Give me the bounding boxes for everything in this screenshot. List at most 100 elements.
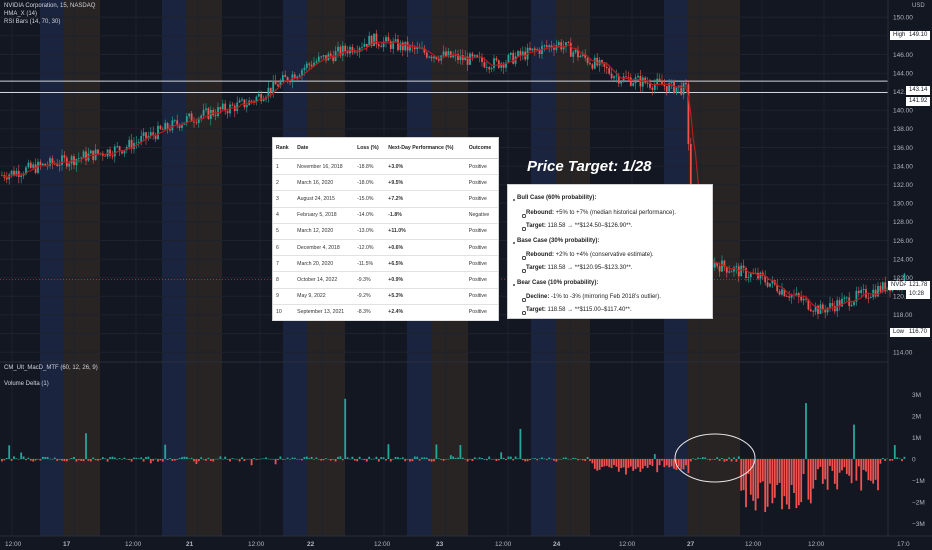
- volume-bar: [375, 456, 378, 459]
- volume-bar: [409, 459, 411, 462]
- candle-body: [137, 141, 140, 143]
- bullet-icon: [513, 284, 515, 286]
- volume-bar: [548, 457, 551, 459]
- volume-bar: [754, 459, 757, 511]
- volume-bar: [241, 457, 243, 459]
- volume-bar: [397, 457, 399, 459]
- candle-body: [231, 104, 234, 106]
- time-tick-label: 12:00: [495, 541, 512, 548]
- candle-body: [785, 296, 788, 297]
- volume-bar: [202, 459, 205, 460]
- candle-body: [250, 100, 253, 102]
- volume-bar: [673, 459, 675, 469]
- volume-axis[interactable]: 3M 2M 1M 0 −1M −2M −3M: [912, 392, 925, 528]
- candle-body: [627, 76, 630, 78]
- volume-bar: [334, 459, 337, 462]
- candle-body: [75, 158, 78, 166]
- hma-legend[interactable]: HMA_X (14): [4, 10, 37, 18]
- volume-bar: [517, 458, 519, 459]
- volume-bar: [843, 459, 846, 468]
- time-axis[interactable]: 12:00 17 12:00 21 12:00 22 12:00 23 12:00 24 12:00…: [5, 541, 910, 548]
- candle-body: [277, 84, 279, 87]
- candle-body: [27, 162, 30, 168]
- price-tick-label: 124.00: [893, 256, 913, 263]
- volume-bar: [579, 459, 582, 460]
- candle-body: [63, 155, 66, 158]
- candle-body: [665, 86, 668, 92]
- volume-bar: [625, 459, 627, 475]
- volume-bar: [289, 459, 291, 460]
- candle-body: [68, 163, 71, 167]
- volume-bar: [615, 459, 618, 467]
- volume-bar: [776, 459, 779, 485]
- volume-delta-legend[interactable]: Volume Delta (1): [4, 380, 49, 388]
- candle-body: [214, 115, 217, 117]
- volume-bar: [677, 459, 680, 467]
- candle-body: [778, 291, 781, 295]
- volume-bar: [423, 457, 426, 459]
- candle-body: [245, 105, 248, 108]
- volume-bar: [272, 459, 275, 460]
- candle-body: [725, 267, 728, 273]
- volume-bar: [255, 459, 258, 460]
- volume-bar: [123, 457, 126, 459]
- volume-bar: [219, 456, 222, 459]
- volume-bar: [505, 459, 507, 461]
- candle-body: [176, 120, 179, 125]
- volume-bar: [310, 456, 313, 459]
- cell-outcome: Positive: [465, 223, 498, 240]
- rsi-legend[interactable]: RSI Bars (14, 70, 30): [4, 18, 60, 26]
- volume-bar: [29, 459, 32, 461]
- volume-bar: [521, 459, 524, 461]
- price-tick-label: 140.00: [893, 108, 913, 115]
- table-row: 4 February 5, 2018 -14.0% -1.8% Negative: [273, 207, 498, 224]
- candle-body: [430, 56, 433, 59]
- symbol-legend[interactable]: NVIDIA Corporation, 15, NASDAQ: [4, 2, 95, 10]
- time-tick-label: 12:00: [374, 541, 391, 548]
- price-axis[interactable]: 150.00148.00146.00144.00142.00140.00138.…: [893, 15, 913, 357]
- volume-bar: [341, 459, 344, 461]
- volume-bar: [332, 459, 335, 460]
- volume-bar: [411, 459, 414, 462]
- volume-bar: [385, 459, 387, 461]
- volume-bar: [569, 459, 572, 460]
- volume-bar: [711, 459, 714, 460]
- cell-outcome: Positive: [465, 288, 498, 305]
- candle-body: [769, 283, 771, 287]
- volume-bar: [795, 459, 798, 509]
- volume-bar: [622, 459, 625, 468]
- candle-body: [507, 54, 510, 63]
- volume-bar: [226, 459, 229, 460]
- candle-body: [303, 67, 306, 70]
- volume-bar: [370, 459, 373, 460]
- cell-loss: -8.3%: [354, 304, 386, 321]
- nvda-price-tag: 121.78: [906, 281, 930, 290]
- volume-bar: [197, 459, 200, 462]
- cell-date: May 9, 2022: [294, 288, 355, 305]
- candle-body: [452, 55, 455, 58]
- volume-bar: [819, 459, 822, 467]
- volume-bar: [519, 428, 522, 459]
- volume-bar: [113, 457, 116, 459]
- candle-body: [557, 42, 560, 46]
- volume-bar: [608, 459, 611, 468]
- candle-body: [89, 150, 92, 154]
- time-tick-label: 12:00: [745, 541, 762, 548]
- candle-body: [77, 158, 80, 160]
- volume-bar: [706, 459, 709, 460]
- macd-legend[interactable]: CM_Ult_MacD_MTF (60, 12, 26, 9): [4, 364, 98, 372]
- candle-body: [157, 125, 159, 140]
- candle-body: [800, 296, 803, 301]
- candle-body: [401, 42, 404, 51]
- volume-bar: [663, 459, 666, 468]
- volume-bar: [77, 459, 80, 461]
- volume-bar: [233, 458, 236, 460]
- volume-bar: [649, 459, 651, 465]
- volume-bar: [699, 458, 702, 459]
- candle-body: [70, 156, 73, 164]
- candle-body: [437, 59, 440, 61]
- volume-bar: [478, 457, 481, 459]
- price-target-title: Price Target: 1/28: [527, 158, 652, 175]
- volume-bar: [34, 459, 37, 461]
- cell-outcome: Positive: [465, 239, 498, 257]
